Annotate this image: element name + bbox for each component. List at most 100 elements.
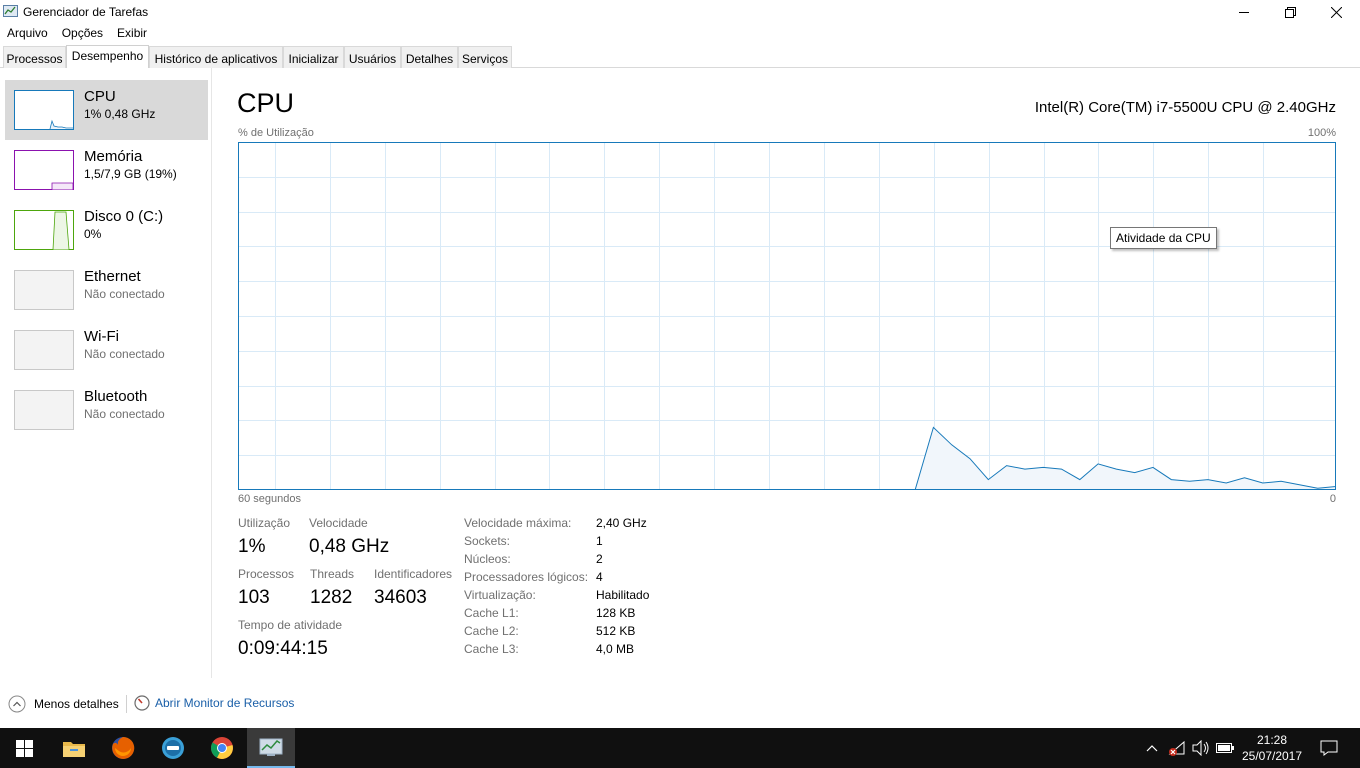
spec-key: Sockets: <box>464 534 511 548</box>
app-icon <box>162 737 184 759</box>
clock-date: 25/07/2017 <box>1241 749 1303 763</box>
sidebar-item-label: Disco 0 (C:) <box>84 208 164 225</box>
spec-value: 2,40 GHz <box>596 516 647 530</box>
start-button[interactable] <box>0 728 48 768</box>
spec-value: 128 KB <box>596 606 636 620</box>
memory-thumbnail-graph <box>14 150 74 190</box>
chart-y-axis-label: % de Utilização <box>238 127 314 139</box>
spec-value: Habilitado <box>596 588 650 602</box>
processes-label: Processos <box>238 567 295 581</box>
maximize-icon <box>1284 6 1296 18</box>
sidebar-item-label: Memória <box>84 148 143 165</box>
taskbar-firefox[interactable] <box>99 728 147 768</box>
tab-desempenho[interactable]: Desempenho <box>66 45 149 68</box>
menu-bar: Arquivo Opções Exibir <box>0 24 154 44</box>
footer-bar: Menos detalhes Abrir Monitor de Recursos <box>0 692 600 716</box>
tab-detalhes[interactable]: Detalhes <box>401 46 458 68</box>
show-hidden-icons-button[interactable] <box>1143 728 1161 768</box>
close-button[interactable] <box>1313 0 1359 24</box>
sidebar-item-label: Ethernet <box>84 268 141 285</box>
battery-button[interactable] <box>1214 728 1236 768</box>
utilization-label: Utilização <box>238 516 291 530</box>
firefox-icon <box>112 736 135 759</box>
chevron-up-icon <box>1146 745 1158 752</box>
menu-exibir[interactable]: Exibir <box>110 24 154 44</box>
threads-label: Threads <box>310 567 355 581</box>
tab-strip: Processos Desempenho Histórico de aplica… <box>0 45 1360 68</box>
file-explorer-icon <box>63 742 85 757</box>
wifi-thumbnail-graph <box>14 330 74 370</box>
tab-servicos[interactable]: Serviços <box>458 46 512 68</box>
page-title: CPU <box>237 88 295 118</box>
task-manager-app-icon <box>3 5 18 17</box>
spec-value: 512 KB <box>596 624 636 638</box>
spec-value: 4 <box>596 570 603 584</box>
cpu-thumbnail-graph <box>14 90 74 130</box>
cpu-utilization-area <box>915 427 1336 490</box>
sidebar-item-cpu[interactable]: CPU 1% 0,48 GHz <box>5 80 208 140</box>
threads-value: 1282 <box>310 587 353 608</box>
resource-sidebar: CPU 1% 0,48 GHz Memória 1,5/7,9 GB (19%)… <box>0 68 212 678</box>
sidebar-item-disco[interactable]: Disco 0 (C:) 0% <box>5 200 208 260</box>
handles-value: 34603 <box>374 587 427 608</box>
sidebar-item-bluetooth[interactable]: Bluetooth Não conectado <box>5 380 208 440</box>
task-manager-icon <box>259 738 283 756</box>
spec-key: Cache L3: <box>464 642 519 656</box>
clock-time: 21:28 <box>1256 733 1288 747</box>
tab-historico[interactable]: Histórico de aplicativos <box>149 46 283 68</box>
taskbar-app[interactable] <box>149 728 197 768</box>
open-resource-monitor-link[interactable]: Abrir Monitor de Recursos <box>134 695 294 711</box>
spec-value: 1 <box>596 534 603 548</box>
less-details-button[interactable]: Menos detalhes <box>8 695 119 713</box>
uptime-value: 0:09:44:15 <box>238 638 328 659</box>
window-title: Gerenciador de Tarefas <box>23 5 149 19</box>
spec-key: Velocidade máxima: <box>464 516 572 530</box>
speed-value: 0,48 GHz <box>309 536 390 557</box>
taskbar-clock[interactable]: 21:28 25/07/2017 <box>1238 732 1306 764</box>
close-icon <box>1330 6 1342 18</box>
tab-usuarios[interactable]: Usuários <box>344 46 401 68</box>
footer-divider <box>126 695 127 713</box>
cpu-utilization-chart[interactable] <box>238 142 1336 490</box>
spec-key: Cache L2: <box>464 624 519 638</box>
chart-x-axis-label: 60 segundos <box>238 493 301 505</box>
maximize-button[interactable] <box>1267 0 1313 24</box>
chart-grid <box>238 142 1336 490</box>
menu-opcoes[interactable]: Opções <box>55 24 110 44</box>
notification-icon <box>1320 740 1338 756</box>
spec-value: 2 <box>596 552 603 566</box>
chrome-icon <box>211 737 233 759</box>
speed-label: Velocidade <box>309 516 368 530</box>
spec-key: Processadores lógicos: <box>464 570 589 584</box>
resource-monitor-icon <box>134 695 150 711</box>
menu-arquivo[interactable]: Arquivo <box>0 24 55 44</box>
spec-key: Virtualização: <box>464 588 536 602</box>
minimize-button[interactable] <box>1221 0 1267 24</box>
volume-button[interactable] <box>1190 728 1212 768</box>
spec-key: Núcleos: <box>464 552 511 566</box>
taskbar-file-explorer[interactable] <box>50 728 98 768</box>
network-status-button[interactable] <box>1166 728 1188 768</box>
sidebar-item-value: 1,5/7,9 GB (19%) <box>84 167 177 181</box>
disk-thumbnail-graph <box>14 210 74 250</box>
windows-start-icon <box>15 739 33 757</box>
bluetooth-thumbnail-graph <box>14 390 74 430</box>
spec-value: 4,0 MB <box>596 642 635 656</box>
chevron-up-circle-icon <box>8 695 26 713</box>
processes-value: 103 <box>238 587 270 608</box>
utilization-value: 1% <box>238 536 266 557</box>
sidebar-item-ethernet[interactable]: Ethernet Não conectado <box>5 260 208 320</box>
taskbar-chrome[interactable] <box>198 728 246 768</box>
uptime-label: Tempo de atividade <box>238 618 343 632</box>
cpu-model-name: Intel(R) Core(TM) i7-5500U CPU @ 2.40GHz <box>1034 99 1336 116</box>
sidebar-item-wifi[interactable]: Wi-Fi Não conectado <box>5 320 208 380</box>
taskbar-task-manager[interactable] <box>247 728 295 768</box>
action-center-button[interactable] <box>1314 728 1344 768</box>
resource-monitor-label: Abrir Monitor de Recursos <box>155 696 295 710</box>
speaker-icon <box>1192 740 1209 756</box>
sidebar-item-memoria[interactable]: Memória 1,5/7,9 GB (19%) <box>5 140 208 200</box>
tab-inicializar[interactable]: Inicializar <box>283 46 344 68</box>
less-details-label: Menos detalhes <box>34 697 119 711</box>
tab-processos[interactable]: Processos <box>3 46 66 68</box>
sidebar-item-value: Não conectado <box>84 347 165 361</box>
